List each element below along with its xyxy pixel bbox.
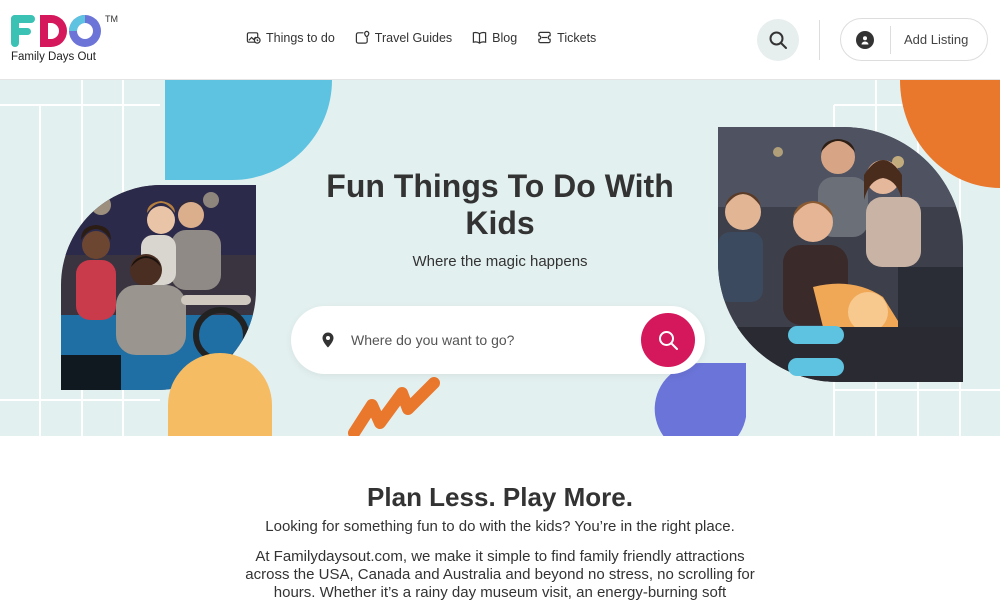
blue-bars-shape: [788, 326, 844, 376]
nav-item-label: Tickets: [557, 30, 597, 45]
destination-search-input[interactable]: [351, 328, 631, 352]
location-pin-icon: [322, 332, 334, 348]
nav-item-things-to-do[interactable]: Things to do: [246, 30, 335, 45]
ticket-image-icon: [246, 32, 261, 44]
blue-quarter-shape: [165, 80, 332, 180]
intro-body: At Familydaysout.com, we make it simple …: [245, 548, 755, 600]
ticket-icon: [538, 31, 551, 44]
main-nav: Things to do Travel Guides Blog Tickets: [246, 30, 596, 45]
logo-subtitle: Family Days Out: [11, 51, 96, 63]
add-listing-label: Add Listing: [904, 32, 969, 47]
nav-item-travel-guides[interactable]: Travel Guides: [355, 30, 452, 45]
hero-subtitle: Where the magic happens: [412, 253, 588, 270]
search-icon: [769, 31, 787, 49]
hero-title: Fun Things To Do With Kids: [326, 168, 674, 241]
logo-letters-graphic: [11, 15, 101, 47]
trademark-mark: TM: [105, 14, 118, 24]
site-logo[interactable]: TM Family Days Out: [11, 12, 121, 68]
add-listing-button[interactable]: Add Listing: [840, 18, 988, 61]
book-icon: [472, 31, 487, 44]
yellow-arch-shape: [168, 353, 272, 436]
logo-mark: [11, 12, 103, 50]
search-icon: [659, 331, 678, 350]
map-pin-icon: [355, 30, 370, 44]
nav-item-label: Things to do: [266, 30, 335, 45]
nav-item-label: Travel Guides: [374, 30, 453, 45]
hero-search-submit-button[interactable]: [641, 313, 695, 367]
user-icon: [856, 30, 874, 49]
site-header: TM Family Days Out Things to do Travel G…: [0, 0, 1000, 80]
nav-item-blog[interactable]: Blog: [472, 30, 517, 45]
nav-item-tickets[interactable]: Tickets: [537, 30, 596, 45]
orange-zigzag-shape: [348, 377, 440, 436]
intro-subtitle: Looking for something fun to do with the…: [265, 518, 735, 535]
nav-item-label: Blog: [492, 30, 518, 45]
header-search-button[interactable]: [757, 19, 799, 61]
intro-title: Plan Less. Play More.: [367, 482, 633, 512]
header-divider: [819, 20, 820, 60]
add-listing-separator: [890, 25, 891, 54]
hero-search-bar: [291, 306, 705, 374]
